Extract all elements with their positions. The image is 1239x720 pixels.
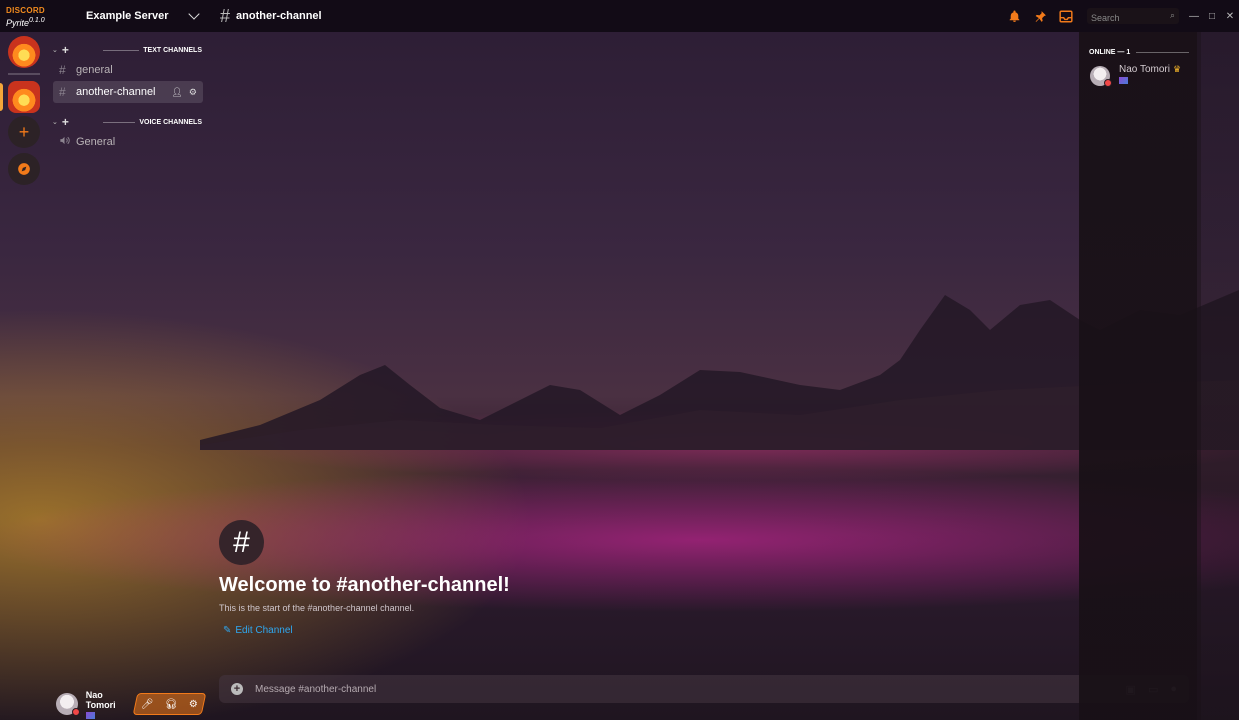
header-toolbar: ⌕ — □ ✕ bbox=[1001, 0, 1239, 32]
avatar[interactable] bbox=[56, 693, 80, 716]
nitro-badge-icon bbox=[1119, 77, 1128, 84]
category-voice-channels[interactable]: ⌄ + VOICE CHANNELS bbox=[52, 115, 202, 129]
member-list: ONLINE — 1 Nao Tomori ♛ bbox=[1079, 32, 1239, 720]
chevron-down-icon: ⌄ bbox=[52, 119, 58, 126]
category-label: VOICE CHANNELS bbox=[139, 118, 202, 126]
gear-icon[interactable]: ⚙ bbox=[189, 87, 197, 98]
maximize-icon[interactable]: □ bbox=[1203, 0, 1221, 32]
hash-icon: # bbox=[220, 5, 231, 26]
edit-channel-label: Edit Channel bbox=[235, 625, 293, 636]
member-item[interactable]: Nao Tomori ♛ bbox=[1090, 64, 1181, 87]
gear-icon[interactable]: ⚙ bbox=[189, 699, 198, 710]
member-group-divider bbox=[1136, 52, 1189, 53]
add-channel-icon[interactable]: + bbox=[62, 115, 69, 129]
close-icon[interactable]: ✕ bbox=[1221, 0, 1239, 32]
member-group-label: ONLINE — 1 bbox=[1089, 49, 1131, 56]
search-box[interactable]: ⌕ bbox=[1087, 8, 1179, 26]
message-composer: + ▣ ▭ ● bbox=[219, 675, 1189, 703]
chevron-down-icon: ⌄ bbox=[52, 47, 58, 54]
channel-label: General bbox=[76, 136, 116, 148]
dnd-status-icon bbox=[1104, 79, 1112, 87]
app-logo: DISCORD Pyrite0.1.0 bbox=[0, 0, 60, 32]
username: Nao Tomori bbox=[85, 689, 116, 710]
welcome-subtitle: This is the start of the #another-channe… bbox=[219, 603, 415, 613]
bell-icon[interactable] bbox=[1001, 0, 1027, 32]
theme-name: Pyrite0.1.0 bbox=[6, 17, 45, 28]
microphone-icon[interactable]: 🎤︎ bbox=[141, 699, 154, 710]
brand-text: DISCORD bbox=[6, 6, 45, 15]
member-name-row: Nao Tomori ♛ bbox=[1119, 64, 1181, 75]
server-header[interactable]: Example Server bbox=[60, 0, 208, 32]
user-panel: Nao Tomori 🎤︎ 🎧︎ ⚙ bbox=[48, 688, 208, 720]
voice-channel-general[interactable]: General bbox=[53, 131, 203, 153]
welcome-title: Welcome to #another-channel! bbox=[219, 574, 510, 596]
home-server-icon[interactable] bbox=[8, 36, 40, 68]
invite-icon[interactable]: 👤︎ bbox=[171, 87, 182, 98]
server-rail: + bbox=[0, 32, 48, 720]
pencil-icon: ✎ bbox=[223, 625, 232, 636]
category-label: TEXT CHANNELS bbox=[143, 46, 202, 54]
crown-icon: ♛ bbox=[1172, 64, 1182, 74]
avatar bbox=[1090, 66, 1112, 87]
hash-icon: # bbox=[59, 63, 66, 77]
channel-sidebar: ⌄ + TEXT CHANNELS # general # another-ch… bbox=[48, 32, 208, 682]
voice-controls: 🎤︎ 🎧︎ ⚙ bbox=[132, 693, 207, 715]
nitro-badge-icon bbox=[85, 711, 95, 719]
member-group-header: ONLINE — 1 bbox=[1089, 49, 1189, 56]
search-icon: ⌕ bbox=[1169, 10, 1175, 20]
channel-header: # another-channel bbox=[220, 6, 322, 27]
speaker-icon bbox=[59, 135, 71, 149]
hash-icon: # bbox=[219, 520, 264, 565]
channel-label: general bbox=[76, 64, 113, 76]
active-server-indicator bbox=[0, 83, 3, 111]
channel-tools: 👤︎ ⚙ bbox=[171, 87, 203, 98]
explore-compass-icon[interactable] bbox=[8, 153, 40, 185]
message-input[interactable] bbox=[255, 683, 1126, 695]
title-bar: DISCORD Pyrite0.1.0 Example Server # ano… bbox=[0, 0, 1239, 32]
edit-channel-link[interactable]: ✎ Edit Channel bbox=[223, 625, 293, 636]
channel-welcome: # Welcome to #another-channel! This is t… bbox=[219, 520, 510, 636]
add-channel-icon[interactable]: + bbox=[62, 43, 69, 57]
add-server-icon[interactable]: + bbox=[8, 116, 40, 148]
channel-item-another-channel[interactable]: # another-channel 👤︎ ⚙ bbox=[53, 81, 203, 103]
member-name: Nao Tomori bbox=[1119, 64, 1170, 75]
pin-icon[interactable] bbox=[1027, 0, 1053, 32]
headphones-icon[interactable]: 🎧︎ bbox=[165, 699, 178, 710]
category-divider bbox=[102, 121, 136, 123]
category-text-channels[interactable]: ⌄ + TEXT CHANNELS bbox=[52, 43, 202, 57]
server-name: Example Server bbox=[86, 10, 169, 22]
search-input[interactable] bbox=[1087, 10, 1179, 26]
category-divider bbox=[102, 49, 140, 51]
dnd-status-icon bbox=[71, 708, 80, 716]
minimize-icon[interactable]: — bbox=[1185, 0, 1203, 32]
hash-icon: # bbox=[59, 85, 66, 99]
channel-title: another-channel bbox=[236, 10, 322, 22]
inbox-icon[interactable] bbox=[1053, 0, 1079, 32]
example-server-icon[interactable] bbox=[8, 81, 40, 113]
user-info[interactable]: Nao Tomori bbox=[85, 689, 135, 719]
upload-plus-icon[interactable]: + bbox=[231, 683, 243, 695]
chevron-down-icon bbox=[188, 8, 200, 20]
channel-item-general[interactable]: # general bbox=[53, 59, 203, 81]
channel-label: another-channel bbox=[76, 86, 156, 98]
rail-divider bbox=[8, 73, 40, 75]
